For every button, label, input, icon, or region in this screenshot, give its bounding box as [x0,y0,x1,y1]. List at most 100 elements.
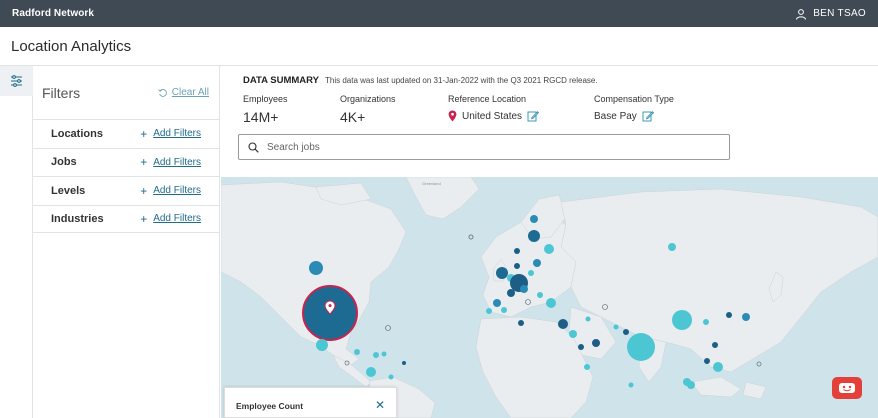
filter-row-industries: Industries + Add Filters [33,204,219,233]
map-marker[interactable] [493,299,501,307]
map-marker[interactable] [585,316,591,322]
user-menu[interactable]: BEN TSAO [795,8,866,20]
map-marker[interactable] [486,308,492,314]
search-jobs-box[interactable] [238,134,730,160]
map-marker[interactable] [533,259,541,267]
organizations-stat: Organizations 4K+ [340,94,396,125]
map-canvas: Greenland [221,177,878,418]
map-marker[interactable] [309,261,323,275]
map-marker[interactable] [584,364,590,370]
add-filters-label: Add Filters [153,128,201,140]
map-marker[interactable] [756,361,762,367]
chat-bot-icon [839,383,855,393]
map-marker[interactable] [713,362,723,372]
map-marker[interactable] [613,324,619,330]
map-marker[interactable] [672,310,692,330]
reference-location-value: United States [462,110,523,122]
left-rail [0,66,33,418]
filter-row-locations: Locations + Add Filters [33,119,219,148]
data-summary-heading: DATA SUMMARY [243,75,319,86]
map-marker[interactable] [546,298,556,308]
map-marker[interactable] [373,352,379,358]
user-icon [796,8,807,20]
map-marker[interactable] [507,289,515,297]
clear-all-link[interactable]: Clear All [158,87,209,98]
close-icon[interactable]: ✕ [375,399,385,417]
map-marker[interactable] [712,342,718,348]
map-marker[interactable] [726,312,732,318]
brand-name[interactable]: Radford Network [12,8,94,19]
map-marker[interactable] [388,374,394,380]
map-marker[interactable] [468,234,474,240]
map-marker[interactable] [627,333,655,361]
map-marker[interactable] [354,349,360,355]
user-name: BEN TSAO [813,8,866,19]
map-marker[interactable] [385,325,391,331]
map-marker[interactable] [402,361,406,365]
map-marker[interactable] [703,319,709,325]
filters-header: Filters Clear All [33,66,219,119]
filter-label: Industries [51,212,104,225]
map-marker[interactable] [514,263,520,269]
filters-title: Filters [42,84,81,101]
map-label-greenland: Greenland [422,181,441,186]
employees-stat: Employees 14M+ [243,94,288,125]
filter-row-levels: Levels + Add Filters [33,176,219,205]
map-marker[interactable] [518,320,524,326]
map-marker[interactable] [496,267,508,279]
add-filters-label: Add Filters [153,185,201,197]
map-marker[interactable] [578,344,584,350]
map-marker[interactable] [704,358,710,364]
organizations-label: Organizations [340,94,396,104]
data-summary: DATA SUMMARY This data was last updated … [243,75,873,125]
filter-label: Levels [51,184,86,197]
map-marker[interactable] [528,270,534,276]
filter-row-jobs: Jobs + Add Filters [33,147,219,177]
map-marker[interactable] [569,330,577,338]
plus-icon: + [140,183,148,198]
reference-location-stat: Reference Location United States [448,94,540,122]
page-title: Location Analytics [11,37,132,55]
map-marker[interactable] [558,319,568,329]
search-input[interactable] [267,141,707,153]
map-marker[interactable] [528,230,540,242]
plus-icon: + [140,126,148,141]
filter-toggle-button[interactable] [0,66,33,96]
add-filters-locations-button[interactable]: + Add Filters [140,126,201,141]
map-marker[interactable] [592,339,600,347]
add-filters-label: Add Filters [153,156,201,168]
map-marker[interactable] [623,329,629,335]
map-marker[interactable] [544,244,554,254]
page-header: Location Analytics [0,27,878,66]
add-filters-industries-button[interactable]: + Add Filters [140,211,201,226]
map-marker[interactable] [537,292,543,298]
location-pin-icon [448,110,457,122]
employees-label: Employees [243,94,288,104]
add-filters-levels-button[interactable]: + Add Filters [140,183,201,198]
edit-icon[interactable] [642,110,654,122]
map-marker[interactable] [520,285,528,293]
map-marker[interactable] [514,248,520,254]
map-marker[interactable] [742,313,750,321]
compensation-type-stat: Compensation Type Base Pay [594,94,674,122]
edit-icon[interactable] [527,110,540,122]
map-marker[interactable] [628,382,634,388]
data-summary-note: This data was last updated on 31-Jan-202… [325,76,598,85]
plus-icon: + [140,211,148,226]
map-marker[interactable] [501,307,507,313]
world-map[interactable]: Greenland [221,177,878,418]
employee-count-legend: Employee Count ✕ [224,387,397,418]
map-marker[interactable] [366,367,376,377]
filter-label: Locations [51,127,103,140]
search-icon [248,141,259,153]
map-marker[interactable] [687,381,695,389]
legend-title: Employee Count [236,401,304,411]
map-marker[interactable] [381,351,387,357]
reset-icon [158,88,167,97]
chat-bot-button[interactable] [832,377,862,399]
map-marker[interactable] [668,243,676,251]
map-marker[interactable] [530,215,538,223]
add-filters-jobs-button[interactable]: + Add Filters [140,155,201,170]
map-marker[interactable] [316,339,328,351]
plus-icon: + [140,155,148,170]
